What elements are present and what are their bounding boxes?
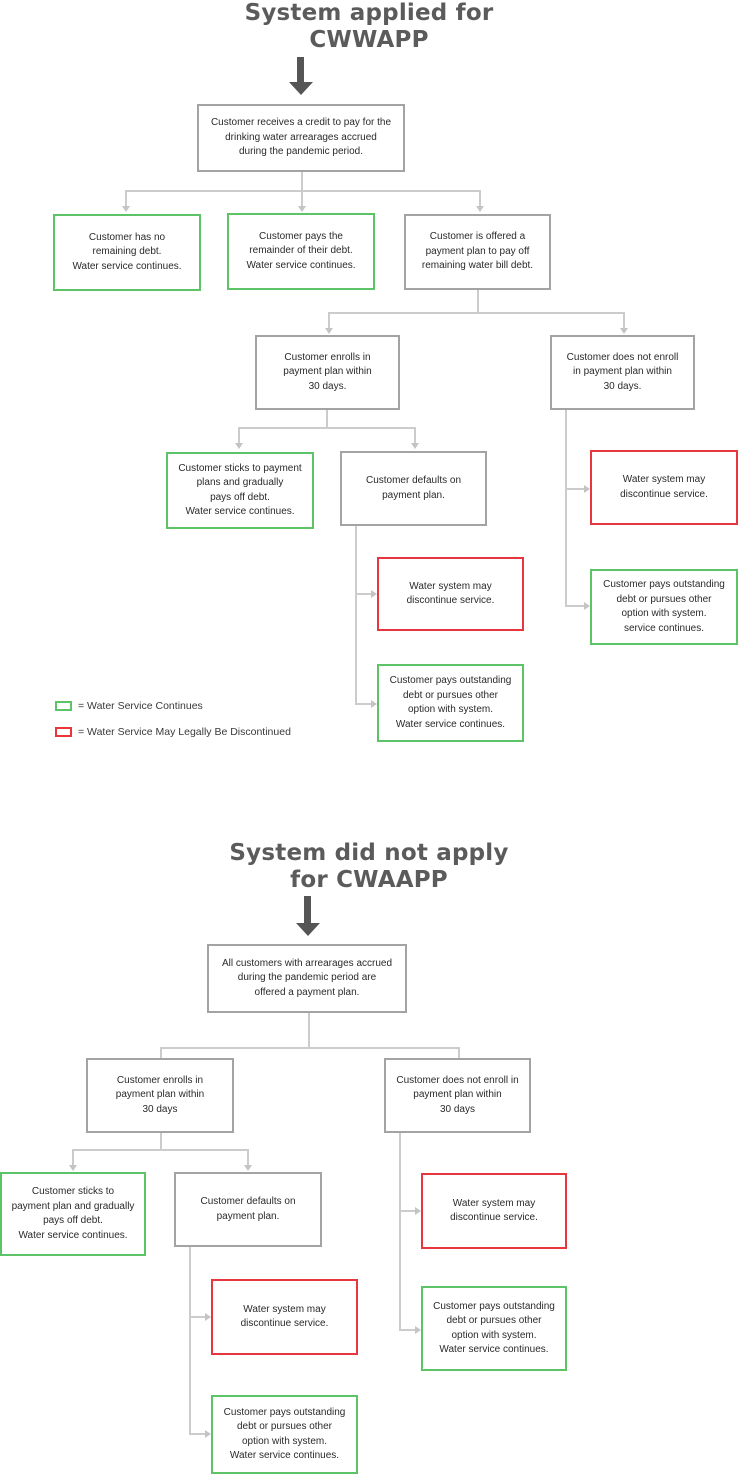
s1-pays-remainder-box: Customer pays the remainder of their deb…: [227, 213, 375, 290]
down-arrow-head-icon: [296, 923, 320, 936]
connector: [189, 1316, 206, 1318]
arrow-down-icon: [235, 443, 243, 449]
connector: [238, 427, 240, 443]
arrow-down-icon: [411, 443, 419, 449]
section2-title: System did not apply for CWAAPP: [0, 840, 738, 894]
connector: [399, 1210, 416, 1212]
s1-not-enroll-discontinue-box: Water system may discontinue service.: [590, 450, 738, 525]
legend-red: = Water Service May Legally Be Discontin…: [55, 726, 291, 738]
s1-enrolls-box: Customer enrolls in payment plan within …: [255, 335, 400, 410]
down-arrow-head-icon: [289, 82, 313, 95]
connector: [125, 190, 127, 206]
section1-title-line1: System applied for: [244, 0, 494, 26]
connector: [189, 1247, 191, 1435]
connector: [72, 1149, 74, 1165]
connector: [328, 312, 330, 328]
legend-green: = Water Service Continues: [55, 700, 203, 712]
arrow-down-icon: [298, 206, 306, 212]
down-arrow-icon: [297, 57, 304, 82]
s2-defaults-pays-box: Customer pays outstanding debt or pursue…: [211, 1395, 358, 1474]
s2-defaults-box: Customer defaults on payment plan.: [174, 1172, 322, 1247]
s1-defaults-pays-box: Customer pays outstanding debt or pursue…: [377, 664, 524, 742]
s1-no-debt-box: Customer has no remaining debt. Water se…: [53, 214, 201, 291]
connector: [414, 427, 416, 443]
arrow-down-icon: [122, 206, 130, 212]
connector: [301, 190, 303, 206]
connector: [326, 410, 328, 427]
arrow-down-icon: [620, 328, 628, 334]
arrow-down-icon: [476, 206, 484, 212]
connector: [479, 190, 481, 206]
down-arrow-icon: [304, 896, 311, 923]
s2-sticks-box: Customer sticks to payment plan and grad…: [0, 1172, 146, 1256]
arrow-down-icon: [69, 1165, 77, 1171]
connector: [301, 172, 303, 190]
s2-not-enroll-box: Customer does not enroll in payment plan…: [384, 1058, 531, 1133]
s1-defaults-discontinue-box: Water system may discontinue service.: [377, 557, 524, 631]
s2-not-enroll-pays-box: Customer pays outstanding debt or pursue…: [421, 1286, 567, 1371]
connector: [238, 427, 416, 429]
connector: [247, 1149, 249, 1165]
s2-not-enroll-discontinue-box: Water system may discontinue service.: [421, 1173, 567, 1249]
s1-offered-plan-box: Customer is offered a payment plan to pa…: [404, 214, 551, 290]
connector: [72, 1149, 249, 1151]
connector: [565, 605, 585, 607]
legend-green-swatch: [55, 701, 72, 711]
section1-title-line2: CWWAPP: [309, 27, 429, 53]
s2-enrolls-box: Customer enrolls in payment plan within …: [86, 1058, 234, 1133]
legend-green-label: = Water Service Continues: [78, 700, 203, 712]
connector: [160, 1133, 162, 1150]
connector: [623, 312, 625, 328]
connector: [189, 1433, 206, 1435]
s1-not-enroll-pays-box: Customer pays outstanding debt or pursue…: [590, 569, 738, 645]
arrow-down-icon: [244, 1165, 252, 1171]
s1-root-box: Customer receives a credit to pay for th…: [197, 104, 405, 172]
s1-not-enroll-box: Customer does not enroll in payment plan…: [550, 335, 695, 410]
section1-title: System applied for CWWAPP: [0, 0, 738, 54]
legend-red-label: = Water Service May Legally Be Discontin…: [78, 726, 291, 738]
connector: [399, 1329, 416, 1331]
section2-title-line2: for CWAAPP: [290, 867, 448, 893]
connector: [565, 410, 567, 607]
s1-defaults-box: Customer defaults on payment plan.: [340, 451, 487, 526]
connector: [160, 1047, 460, 1049]
connector: [355, 703, 372, 705]
connector: [399, 1133, 401, 1331]
legend-red-swatch: [55, 727, 72, 737]
connector: [565, 488, 585, 490]
connector: [308, 1013, 310, 1048]
connector: [477, 290, 479, 312]
arrow-down-icon: [325, 328, 333, 334]
section2-title-line1: System did not apply: [229, 840, 509, 866]
connector: [355, 526, 357, 705]
s2-defaults-discontinue-box: Water system may discontinue service.: [211, 1279, 358, 1355]
connector: [125, 190, 481, 192]
s2-root-box: All customers with arrearages accrued du…: [207, 944, 407, 1013]
s1-sticks-box: Customer sticks to payment plans and gra…: [166, 452, 314, 529]
connector: [355, 593, 372, 595]
connector: [328, 312, 625, 314]
